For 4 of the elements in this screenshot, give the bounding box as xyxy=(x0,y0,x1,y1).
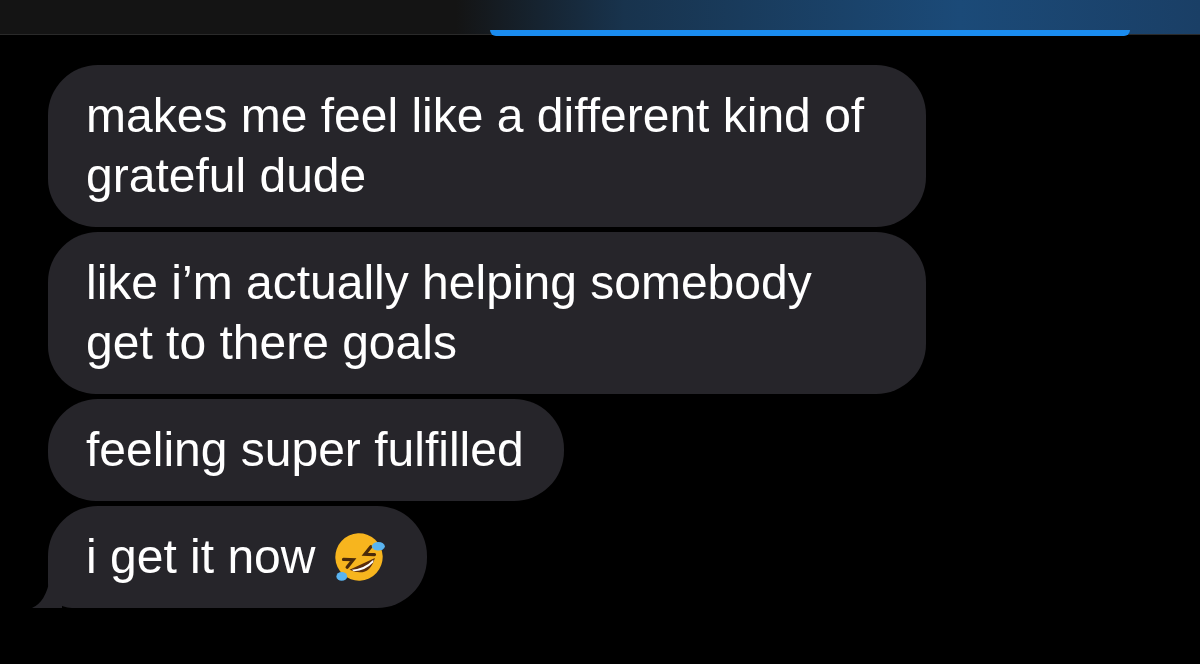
message-text: like i’m actually helping somebody get to there goals xyxy=(86,255,813,371)
message-text: makes me feel like a different kind of grateful dude xyxy=(86,88,866,204)
message-text: i get it now xyxy=(86,529,316,585)
message-text: feeling super fulfilled xyxy=(86,422,524,478)
